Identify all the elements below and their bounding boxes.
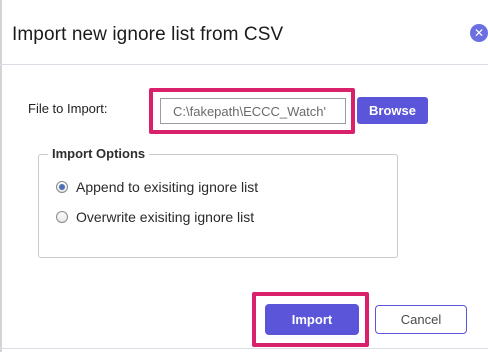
overwrite-option-label: Overwrite exisiting ignore list [76, 209, 255, 225]
dialog-titlebar: Import new ignore list from CSV ✕ [0, 0, 488, 65]
close-icon[interactable]: ✕ [470, 24, 488, 42]
file-to-import-label: File to Import: [28, 101, 108, 116]
cancel-button[interactable]: Cancel [375, 305, 467, 334]
append-option-label: Append to exisiting ignore list [76, 179, 259, 195]
dialog-bottom-border [0, 348, 488, 349]
append-radio[interactable] [56, 181, 68, 193]
import-button[interactable]: Import [265, 304, 359, 335]
dialog-title: Import new ignore list from CSV [12, 24, 284, 45]
import-options-group [38, 154, 398, 258]
import-dialog: Import new ignore list from CSV ✕ File t… [0, 0, 488, 352]
browse-button[interactable]: Browse [357, 97, 428, 124]
overwrite-radio[interactable] [56, 211, 68, 223]
import-options-legend: Import Options [48, 146, 150, 161]
file-path-input[interactable] [160, 98, 346, 124]
